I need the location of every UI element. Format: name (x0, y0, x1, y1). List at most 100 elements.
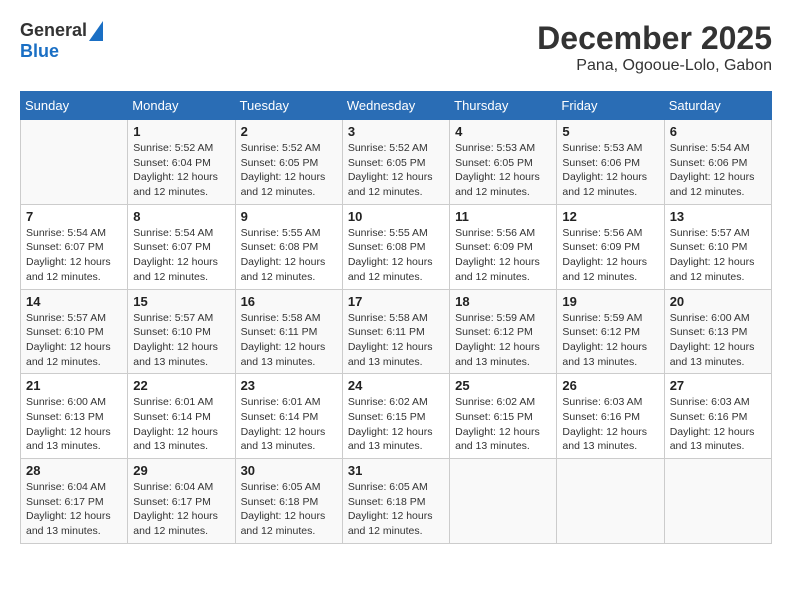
day-info: Sunrise: 6:00 AM Sunset: 6:13 PM Dayligh… (26, 395, 122, 454)
day-number: 23 (241, 378, 337, 393)
calendar-cell: 30Sunrise: 6:05 AM Sunset: 6:18 PM Dayli… (235, 459, 342, 544)
calendar-cell: 6 Sunrise: 5:54 AM Sunset: 6:06 PM Daylig… (664, 120, 771, 205)
day-info: Sunrise: 5:56 AM Sunset: 6:09 PM Dayligh… (562, 226, 658, 285)
day-number: 31 (348, 463, 444, 478)
calendar-cell: 1 Sunrise: 5:52 AM Sunset: 6:04 PM Daylig… (128, 120, 235, 205)
calendar-cell: 31 Sunrise: 6:05 AM Sunset: 6:18 PM Dayli… (342, 459, 449, 544)
day-number: 3 (348, 124, 444, 139)
calendar-cell: 12 Sunrise: 5:56 AM Sunset: 6:09 PM Dayli… (557, 204, 664, 289)
calendar-cell: 2 Sunrise: 5:52 AM Sunset: 6:05 PM Daylig… (235, 120, 342, 205)
day-info: Sunrise: 5:52 AM Sunset: 6:05 PM Dayligh… (348, 141, 444, 200)
day-info: Sunrise: 5:52 AM Sunset: 6:04 PM Dayligh… (133, 141, 229, 200)
day-number: 28 (26, 463, 122, 478)
calendar-cell: 3 Sunrise: 5:52 AM Sunset: 6:05 PM Daylig… (342, 120, 449, 205)
day-number: 27 (670, 378, 766, 393)
day-info: Sunrise: 6:01 AM Sunset: 6:14 PM Dayligh… (241, 395, 337, 454)
day-number: 6 (670, 124, 766, 139)
calendar-cell: 9 Sunrise: 5:55 AM Sunset: 6:08 PM Daylig… (235, 204, 342, 289)
page-header: General Blue December 2025 Pana, Ogooue-… (20, 20, 772, 75)
logo-arrow-icon (89, 21, 103, 41)
calendar-cell: 27 Sunrise: 6:03 AM Sunset: 6:16 PM Dayli… (664, 374, 771, 459)
calendar-day-header: Tuesday (235, 92, 342, 120)
day-info: Sunrise: 5:54 AM Sunset: 6:06 PM Dayligh… (670, 141, 766, 200)
calendar-cell (664, 459, 771, 544)
day-info: Sunrise: 5:58 AM Sunset: 6:11 PM Dayligh… (241, 311, 337, 370)
day-info: Sunrise: 6:03 AM Sunset: 6:16 PM Dayligh… (670, 395, 766, 454)
day-number: 15 (133, 294, 229, 309)
page-subtitle: Pana, Ogooue-Lolo, Gabon (537, 57, 772, 75)
day-number: 22 (133, 378, 229, 393)
day-info: Sunrise: 6:00 AM Sunset: 6:13 PM Dayligh… (670, 311, 766, 370)
calendar-day-header: Saturday (664, 92, 771, 120)
day-info: Sunrise: 6:04 AM Sunset: 6:17 PM Dayligh… (26, 480, 122, 539)
day-number: 25 (455, 378, 551, 393)
day-info: Sunrise: 5:56 AM Sunset: 6:09 PM Dayligh… (455, 226, 551, 285)
calendar-cell: 11 Sunrise: 5:56 AM Sunset: 6:09 PM Dayli… (450, 204, 557, 289)
calendar-cell: 4 Sunrise: 5:53 AM Sunset: 6:05 PM Daylig… (450, 120, 557, 205)
calendar-week-row: 21 Sunrise: 6:00 AM Sunset: 6:13 PM Dayli… (21, 374, 772, 459)
day-number: 20 (670, 294, 766, 309)
calendar-cell: 25 Sunrise: 6:02 AM Sunset: 6:15 PM Dayli… (450, 374, 557, 459)
calendar-day-header: Wednesday (342, 92, 449, 120)
day-number: 24 (348, 378, 444, 393)
calendar-cell: 19 Sunrise: 5:59 AM Sunset: 6:12 PM Dayli… (557, 289, 664, 374)
logo: General Blue (20, 20, 103, 62)
day-number: 5 (562, 124, 658, 139)
day-number: 13 (670, 209, 766, 224)
calendar-cell: 17Sunrise: 5:58 AM Sunset: 6:11 PM Dayli… (342, 289, 449, 374)
day-number: 19 (562, 294, 658, 309)
day-number: 14 (26, 294, 122, 309)
calendar-cell (450, 459, 557, 544)
calendar-cell: 26 Sunrise: 6:03 AM Sunset: 6:16 PM Dayli… (557, 374, 664, 459)
calendar-cell (21, 120, 128, 205)
day-info: Sunrise: 6:05 AM Sunset: 6:18 PM Dayligh… (241, 480, 337, 539)
calendar-cell (557, 459, 664, 544)
day-info: Sunrise: 5:58 AM Sunset: 6:11 PM Dayligh… (348, 311, 444, 370)
calendar-cell: 5Sunrise: 5:53 AM Sunset: 6:06 PM Daylig… (557, 120, 664, 205)
day-info: Sunrise: 5:54 AM Sunset: 6:07 PM Dayligh… (26, 226, 122, 285)
calendar-cell: 15 Sunrise: 5:57 AM Sunset: 6:10 PM Dayli… (128, 289, 235, 374)
day-info: Sunrise: 5:54 AM Sunset: 6:07 PM Dayligh… (133, 226, 229, 285)
calendar-cell: 13Sunrise: 5:57 AM Sunset: 6:10 PM Dayli… (664, 204, 771, 289)
day-number: 4 (455, 124, 551, 139)
day-number: 12 (562, 209, 658, 224)
calendar-cell: 16Sunrise: 5:58 AM Sunset: 6:11 PM Dayli… (235, 289, 342, 374)
day-info: Sunrise: 6:04 AM Sunset: 6:17 PM Dayligh… (133, 480, 229, 539)
calendar-day-header: Monday (128, 92, 235, 120)
day-info: Sunrise: 5:55 AM Sunset: 6:08 PM Dayligh… (241, 226, 337, 285)
calendar-week-row: 7Sunrise: 5:54 AM Sunset: 6:07 PM Daylig… (21, 204, 772, 289)
day-info: Sunrise: 6:01 AM Sunset: 6:14 PM Dayligh… (133, 395, 229, 454)
day-info: Sunrise: 5:52 AM Sunset: 6:05 PM Dayligh… (241, 141, 337, 200)
day-number: 2 (241, 124, 337, 139)
calendar-cell: 28 Sunrise: 6:04 AM Sunset: 6:17 PM Dayli… (21, 459, 128, 544)
calendar-week-row: 1 Sunrise: 5:52 AM Sunset: 6:04 PM Daylig… (21, 120, 772, 205)
day-info: Sunrise: 5:53 AM Sunset: 6:05 PM Dayligh… (455, 141, 551, 200)
logo-blue: Blue (20, 41, 59, 62)
calendar-header-row: SundayMondayTuesdayWednesdayThursdayFrid… (21, 92, 772, 120)
day-number: 26 (562, 378, 658, 393)
calendar-day-header: Sunday (21, 92, 128, 120)
day-info: Sunrise: 6:03 AM Sunset: 6:16 PM Dayligh… (562, 395, 658, 454)
logo-general: General (20, 20, 87, 41)
day-number: 11 (455, 209, 551, 224)
day-info: Sunrise: 6:02 AM Sunset: 6:15 PM Dayligh… (348, 395, 444, 454)
day-info: Sunrise: 5:59 AM Sunset: 6:12 PM Dayligh… (455, 311, 551, 370)
calendar-week-row: 28 Sunrise: 6:04 AM Sunset: 6:17 PM Dayli… (21, 459, 772, 544)
day-info: Sunrise: 6:02 AM Sunset: 6:15 PM Dayligh… (455, 395, 551, 454)
day-info: Sunrise: 5:57 AM Sunset: 6:10 PM Dayligh… (133, 311, 229, 370)
day-info: Sunrise: 5:59 AM Sunset: 6:12 PM Dayligh… (562, 311, 658, 370)
day-number: 1 (133, 124, 229, 139)
calendar-week-row: 14 Sunrise: 5:57 AM Sunset: 6:10 PM Dayli… (21, 289, 772, 374)
day-info: Sunrise: 5:57 AM Sunset: 6:10 PM Dayligh… (26, 311, 122, 370)
calendar-cell: 23 Sunrise: 6:01 AM Sunset: 6:14 PM Dayli… (235, 374, 342, 459)
day-number: 21 (26, 378, 122, 393)
day-number: 8 (133, 209, 229, 224)
calendar-cell: 22 Sunrise: 6:01 AM Sunset: 6:14 PM Dayli… (128, 374, 235, 459)
calendar-cell: 8 Sunrise: 5:54 AM Sunset: 6:07 PM Daylig… (128, 204, 235, 289)
calendar-cell: 20 Sunrise: 6:00 AM Sunset: 6:13 PM Dayli… (664, 289, 771, 374)
day-number: 9 (241, 209, 337, 224)
title-block: December 2025 Pana, Ogooue-Lolo, Gabon (537, 20, 772, 75)
day-info: Sunrise: 6:05 AM Sunset: 6:18 PM Dayligh… (348, 480, 444, 539)
day-info: Sunrise: 5:55 AM Sunset: 6:08 PM Dayligh… (348, 226, 444, 285)
calendar-cell: 10Sunrise: 5:55 AM Sunset: 6:08 PM Dayli… (342, 204, 449, 289)
